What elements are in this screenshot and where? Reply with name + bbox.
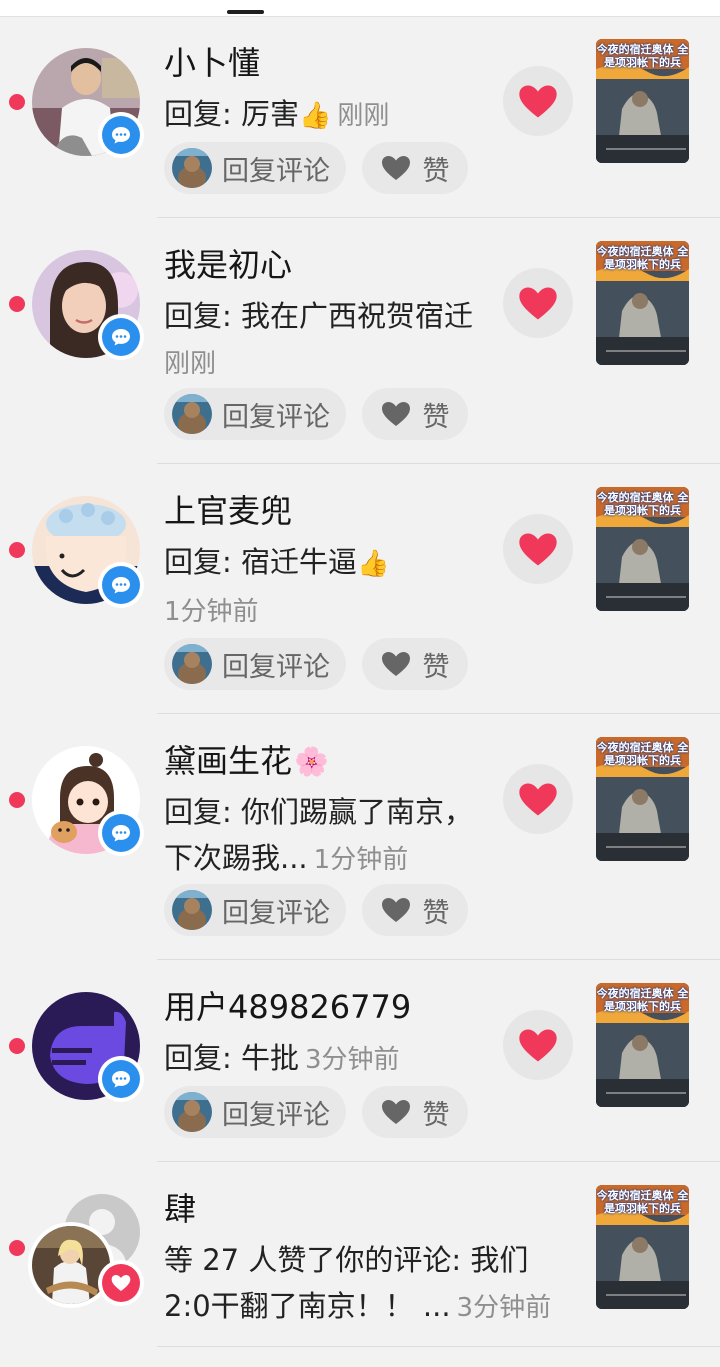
- comment-text[interactable]: 回复: 你们踢赢了南京，下次踢我... 1分钟前: [164, 789, 494, 883]
- unread-dot: [9, 792, 25, 808]
- like-notification-text[interactable]: 等 27 人赞了你的评论: 我们2:0干翻了南京！！ ... 3分钟前: [164, 1237, 564, 1331]
- like-label: 赞: [422, 401, 450, 433]
- video-caption: 今夜的宿迁奥体 全是项羽帐下的兵: [596, 987, 689, 1013]
- heart-button[interactable]: [503, 66, 573, 136]
- comment-bubble-icon: [102, 318, 140, 356]
- comment-bubble-icon: [102, 116, 140, 154]
- heart-button[interactable]: [503, 268, 573, 338]
- comment-badge: [98, 314, 144, 360]
- notification-item[interactable]: 用户489826779 回复: 牛批 3分钟前 回复评论 赞 今夜的宿迁奥体 全是…: [0, 960, 720, 1162]
- user-name[interactable]: 我是初心: [164, 245, 292, 285]
- like-label: 赞: [422, 155, 450, 187]
- video-caption: 今夜的宿迁奥体 全是项羽帐下的兵: [596, 741, 689, 767]
- heart-outline-icon: [381, 898, 410, 922]
- reply-comment-button[interactable]: 回复评论: [164, 388, 346, 440]
- reply-comment-button[interactable]: 回复评论: [164, 1086, 346, 1138]
- heart-button[interactable]: [503, 764, 573, 834]
- reply-label: 回复评论: [222, 401, 330, 433]
- like-button[interactable]: 赞: [362, 638, 468, 690]
- flower-emoji: 🌸: [294, 745, 329, 778]
- comment-bubble-icon: [102, 1060, 140, 1098]
- like-label: 赞: [422, 651, 450, 683]
- reply-label: 回复评论: [222, 155, 330, 187]
- timestamp: 刚刚: [337, 101, 390, 131]
- reply-label: 回复评论: [222, 897, 330, 929]
- divider: [157, 1346, 720, 1347]
- reply-comment-button[interactable]: 回复评论: [164, 638, 346, 690]
- heart-outline-icon: [381, 1100, 410, 1124]
- video-caption: 今夜的宿迁奥体 全是项羽帐下的兵: [596, 245, 689, 271]
- timestamp: 3分钟前: [305, 1045, 400, 1075]
- unread-dot: [9, 1240, 25, 1256]
- heart-icon: [519, 533, 557, 565]
- timestamp: 3分钟前: [456, 1293, 552, 1323]
- like-label: 赞: [422, 1099, 450, 1131]
- comment-badge: [98, 1056, 144, 1102]
- like-badge: [98, 1260, 144, 1306]
- comment-bubble-icon: [102, 814, 140, 852]
- thumbs-up-emoji: 👍: [299, 101, 332, 131]
- heart-button[interactable]: [503, 1010, 573, 1080]
- comment-badge: [98, 112, 144, 158]
- unread-dot: [9, 296, 25, 312]
- heart-icon: [519, 783, 557, 815]
- like-label: 赞: [422, 897, 450, 929]
- video-caption: 今夜的宿迁奥体 全是项羽帐下的兵: [596, 1189, 689, 1215]
- timestamp: 1分钟前: [313, 845, 409, 875]
- heart-outline-icon: [381, 156, 410, 180]
- my-avatar-icon: [172, 1092, 212, 1132]
- user-name[interactable]: 小卜懂: [164, 43, 260, 83]
- reply-comment-button[interactable]: 回复评论: [164, 142, 346, 194]
- video-thumbnail[interactable]: 今夜的宿迁奥体 全是项羽帐下的兵: [596, 983, 689, 1107]
- video-thumbnail[interactable]: 今夜的宿迁奥体 全是项羽帐下的兵: [596, 1185, 689, 1309]
- reply-label: 回复评论: [222, 1099, 330, 1131]
- like-button[interactable]: 赞: [362, 1086, 468, 1138]
- video-thumbnail[interactable]: 今夜的宿迁奥体 全是项羽帐下的兵: [596, 241, 689, 365]
- video-thumbnail[interactable]: 今夜的宿迁奥体 全是项羽帐下的兵: [596, 487, 689, 611]
- like-button[interactable]: 赞: [362, 884, 468, 936]
- unread-dot: [9, 542, 25, 558]
- heart-icon: [519, 1029, 557, 1061]
- reply-label: 回复评论: [222, 651, 330, 683]
- my-avatar-icon: [172, 148, 212, 188]
- user-name[interactable]: 用户489826779: [164, 987, 411, 1027]
- heart-button[interactable]: [503, 514, 573, 584]
- heart-icon: [102, 1264, 140, 1302]
- thumbs-up-emoji: 👍: [357, 549, 390, 579]
- my-avatar-icon: [172, 394, 212, 434]
- user-name[interactable]: 黛画生花🌸: [164, 741, 329, 782]
- heart-outline-icon: [381, 402, 410, 426]
- unread-dot: [9, 1038, 25, 1054]
- my-avatar-icon: [172, 644, 212, 684]
- video-thumbnail[interactable]: 今夜的宿迁奥体 全是项羽帐下的兵: [596, 39, 689, 163]
- reply-comment-button[interactable]: 回复评论: [164, 884, 346, 936]
- heart-icon: [519, 85, 557, 117]
- notification-item[interactable]: 黛画生花🌸 回复: 你们踢赢了南京，下次踢我... 1分钟前 回复评论 赞 今夜的…: [0, 714, 720, 960]
- user-name[interactable]: 上官麦兜: [164, 491, 292, 531]
- user-name[interactable]: 肆: [164, 1189, 196, 1229]
- like-button[interactable]: 赞: [362, 388, 468, 440]
- my-avatar-icon: [172, 890, 212, 930]
- timestamp: 1分钟前: [164, 597, 259, 627]
- notification-item[interactable]: 我是初心 回复: 我在广西祝贺宿迁 刚刚 回复评论 赞 今夜的宿迁奥体 全是项羽帐…: [0, 218, 720, 464]
- video-caption: 今夜的宿迁奥体 全是项羽帐下的兵: [596, 43, 689, 69]
- unread-dot: [9, 94, 25, 110]
- timestamp: 刚刚: [164, 349, 217, 379]
- comment-badge: [98, 810, 144, 856]
- notification-item[interactable]: 上官麦兜 回复: 宿迁牛逼👍 1分钟前 回复评论 赞 今夜的宿迁奥体 全是项羽帐下…: [0, 464, 720, 714]
- video-thumbnail[interactable]: 今夜的宿迁奥体 全是项羽帐下的兵: [596, 737, 689, 861]
- comment-badge: [98, 562, 144, 608]
- notification-item[interactable]: 肆 等 27 人赞了你的评论: 我们2:0干翻了南京！！ ... 3分钟前 今夜的…: [0, 1162, 720, 1367]
- notification-item[interactable]: 小卜懂 回复: 厉害👍 刚刚 回复评论 赞 今夜的宿迁奥体 全是项羽帐下的兵: [0, 0, 720, 218]
- like-button[interactable]: 赞: [362, 142, 468, 194]
- video-caption: 今夜的宿迁奥体 全是项羽帐下的兵: [596, 491, 689, 517]
- comment-bubble-icon: [102, 566, 140, 604]
- heart-icon: [519, 287, 557, 319]
- heart-outline-icon: [381, 652, 410, 676]
